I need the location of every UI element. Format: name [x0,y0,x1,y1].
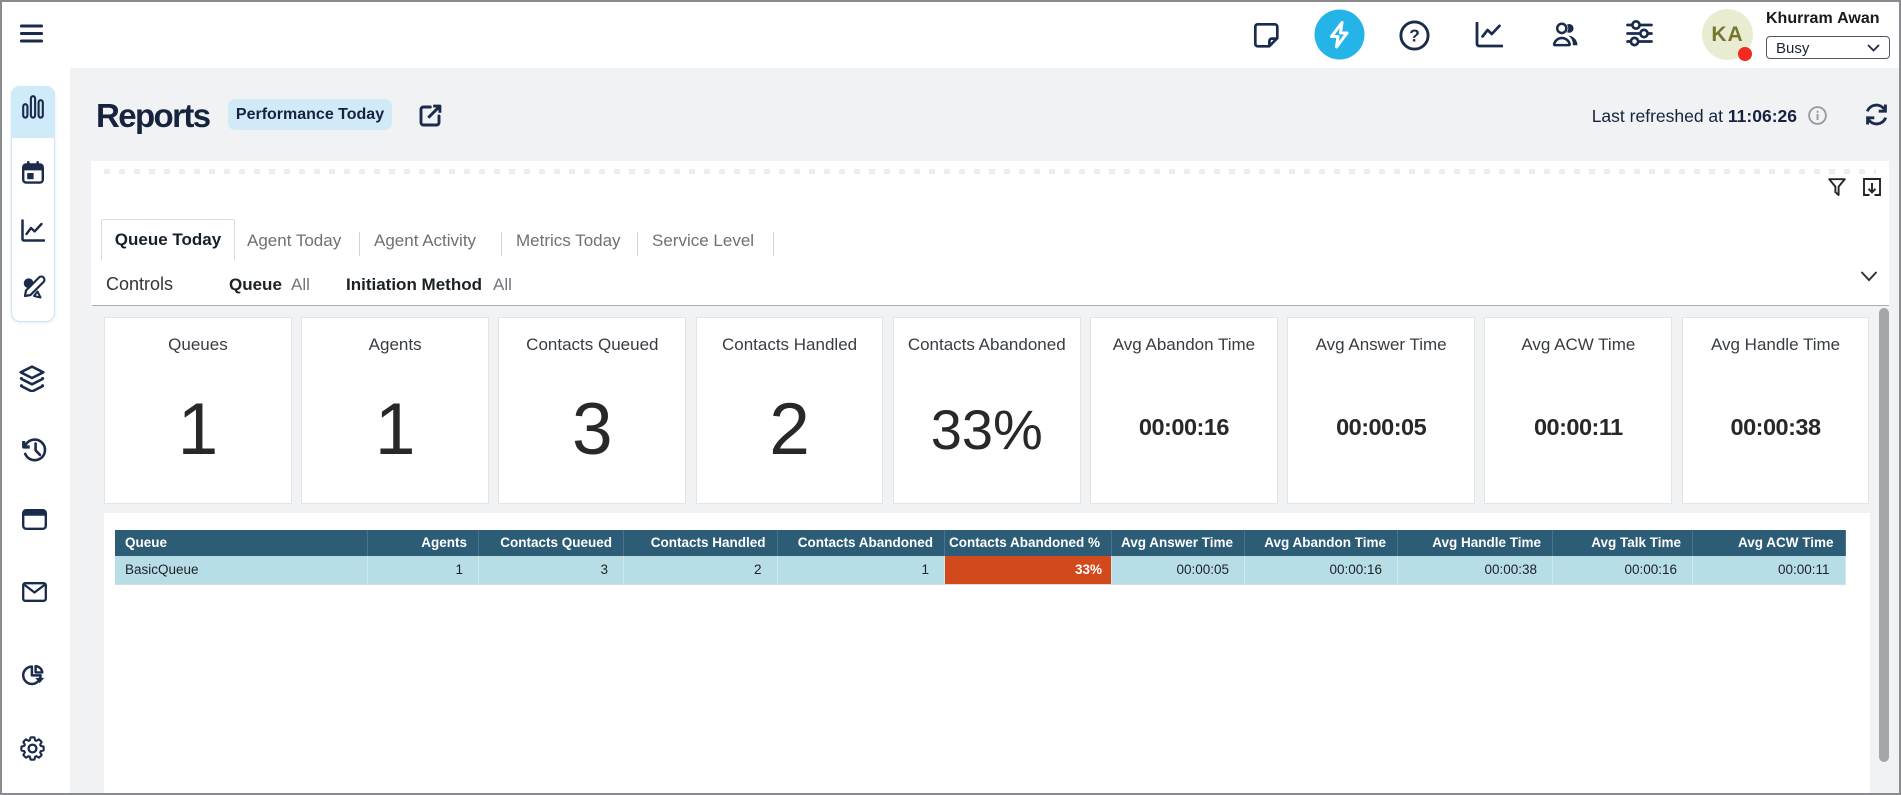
svg-text:?: ? [1409,25,1420,45]
